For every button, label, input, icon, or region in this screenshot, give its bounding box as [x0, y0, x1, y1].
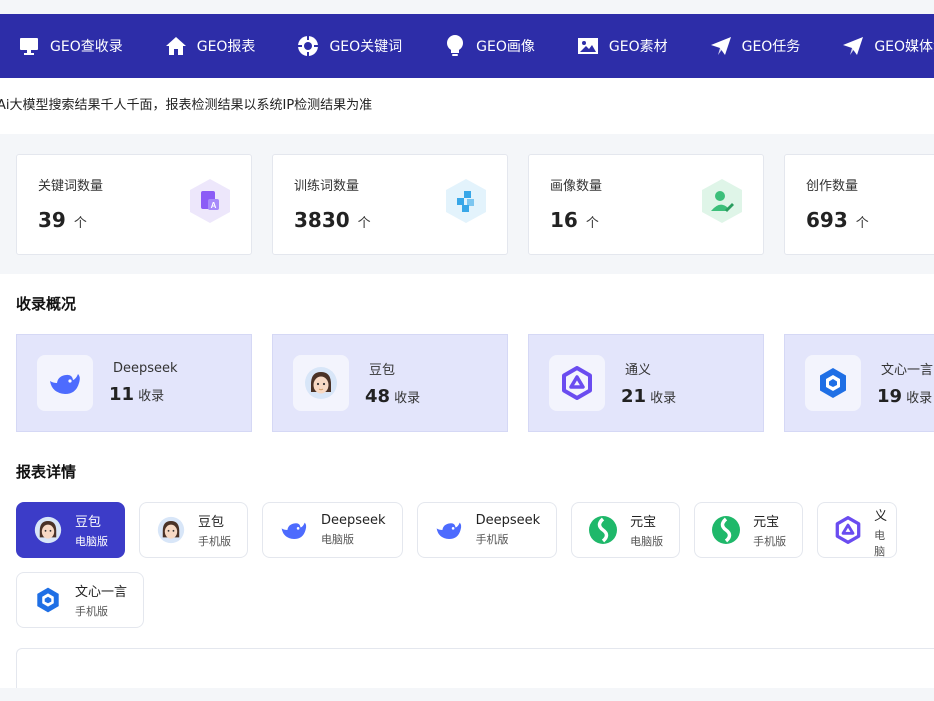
coverage-row: Deepseek 11 收录 豆包 48 收录 通义 21 收录 文心一言 19 收录 [16, 334, 934, 432]
report-tab-yuanbao-mobile[interactable]: 元宝 手机版 [694, 502, 804, 558]
nav-item-report[interactable]: GEO报表 [165, 35, 256, 57]
stat-card-training: 训练词数量 3830 个 [272, 154, 508, 255]
paper-plane-icon [842, 35, 864, 57]
report-platform: 电脑版 [630, 535, 664, 548]
deepseek-icon [279, 515, 309, 545]
stat-card-persona: 画像数量 16 个 [528, 154, 764, 255]
doubao-icon [293, 355, 349, 411]
report-platform: 手机版 [475, 533, 509, 546]
notice-bar: Ai大模型搜索结果千人千面，报表检测结果以系统IP检测结果为准 [0, 78, 934, 134]
stat-value: 693 个 [806, 208, 869, 232]
report-platform: 电脑版 [321, 533, 354, 546]
report-name: 通义 [874, 503, 888, 524]
stat-label: 创作数量 [806, 179, 859, 194]
report-content-panel [16, 648, 934, 688]
user-edit-icon [702, 179, 742, 223]
nav-item-task[interactable]: GEO任务 [710, 35, 801, 57]
report-platform: 电脑版 [874, 528, 886, 558]
deepseek-icon [37, 355, 93, 411]
wenxin-icon [33, 585, 63, 615]
coverage-title: 收录概况 [16, 295, 77, 313]
yuanbao-icon [711, 515, 741, 545]
report-name: 元宝 [630, 515, 657, 530]
paper-plane-icon [710, 35, 732, 57]
coverage-card-doubao[interactable]: 豆包 48 收录 [272, 334, 508, 432]
coverage-card-wenxin[interactable]: 文心一言 19 收录 [784, 334, 934, 432]
coverage-card-deepseek[interactable]: Deepseek 11 收录 [16, 334, 252, 432]
puzzle-icon [446, 179, 486, 223]
coverage-card-tongyi[interactable]: 通义 21 收录 [528, 334, 764, 432]
nav-label: GEO任务 [741, 39, 801, 55]
wenxin-icon [805, 355, 861, 411]
stats-row: 关键词数量 39 个 A 训练词数量 3830 个 画像数量 16 个 创作数量 69… [0, 134, 934, 274]
nav-item-indexing[interactable]: GEO查收录 [18, 35, 123, 57]
report-platform: 手机版 [753, 535, 787, 548]
document-translate-icon: A [190, 179, 230, 223]
coverage-name: 通义 [625, 363, 652, 378]
top-navbar: GEO查收录 GEO报表 GEO关键词 GEO画像 GEO素材 GEO任务 GE… [0, 14, 934, 78]
nav-item-material[interactable]: GEO素材 [577, 35, 668, 57]
nav-item-keywords[interactable]: GEO关键词 [297, 35, 402, 57]
stat-card-creation: 创作数量 693 个 [784, 154, 934, 255]
home-icon [165, 35, 187, 57]
nav-label: GEO关键词 [329, 39, 403, 55]
report-tab-yuanbao-desktop[interactable]: 元宝 电脑版 [571, 502, 681, 558]
yuanbao-icon [588, 515, 618, 545]
nav-item-media[interactable]: GEO媒体源 [842, 35, 934, 57]
report-tab-deepseek-mobile[interactable]: Deepseek 手机版 [416, 502, 558, 558]
report-name: 文心一言 [75, 585, 128, 600]
report-tab-wenxin-mobile[interactable]: 文心一言 手机版 [16, 572, 145, 628]
coverage-name: 文心一言 [881, 363, 934, 378]
monitor-icon [18, 35, 40, 57]
tongyi-icon [834, 515, 862, 545]
nav-label: GEO查收录 [50, 39, 123, 55]
report-tab-doubao-desktop[interactable]: 豆包 电脑版 [16, 502, 125, 558]
report-name: 元宝 [753, 515, 780, 530]
tongyi-icon [549, 355, 605, 411]
nav-label: GEO素材 [608, 39, 668, 55]
report-platform: 电脑版 [75, 535, 108, 548]
reports-title: 报表详情 [16, 463, 77, 481]
report-name: 豆包 [75, 515, 102, 530]
doubao-icon [33, 515, 63, 545]
report-platform: 手机版 [198, 535, 231, 548]
coverage-name: Deepseek [113, 361, 178, 376]
coverage-count: 19 [877, 386, 903, 407]
coverage-name: 豆包 [369, 363, 396, 378]
report-name: Deepseek [475, 513, 541, 528]
coverage-count: 11 [109, 384, 135, 405]
image-icon [577, 35, 599, 57]
coverage-count: 21 [621, 386, 647, 407]
deepseek-icon [434, 515, 464, 545]
report-name: 豆包 [198, 515, 225, 530]
report-platform: 手机版 [75, 605, 108, 618]
target-icon [297, 35, 320, 57]
reports-grid: 豆包电脑版 豆包手机版 Deepseek 电脑版 Deepseek 手机版 元宝电脑… [16, 502, 934, 642]
nav-label: GEO媒体源 [874, 39, 934, 55]
lightbulb-icon [444, 35, 466, 57]
nav-item-persona[interactable]: GEO画像 [444, 35, 535, 57]
report-tab-doubao-mobile[interactable]: 豆包 手机版 [139, 502, 248, 558]
coverage-section: 收录概况 Deepseek 11 收录 豆包 48 收录 通义 21 收录 文心一言 19 收录… [0, 274, 934, 688]
nav-label: GEO报表 [196, 39, 256, 55]
report-tab-deepseek-desktop[interactable]: Deepseek 电脑版 [262, 502, 403, 558]
report-name: Deepseek [321, 513, 386, 528]
stat-card-keywords: 关键词数量 39 个 A [16, 154, 252, 255]
svg-text:A: A [211, 201, 217, 210]
report-tab-tongyi-desktop[interactable]: 通义电脑版 [817, 502, 898, 558]
nav-label: GEO画像 [476, 39, 535, 55]
coverage-count: 48 [365, 386, 391, 407]
doubao-icon [156, 515, 186, 545]
notice-text: Ai大模型搜索结果千人千面，报表检测结果以系统IP检测结果为准 [0, 98, 373, 113]
top-strip [0, 0, 934, 14]
